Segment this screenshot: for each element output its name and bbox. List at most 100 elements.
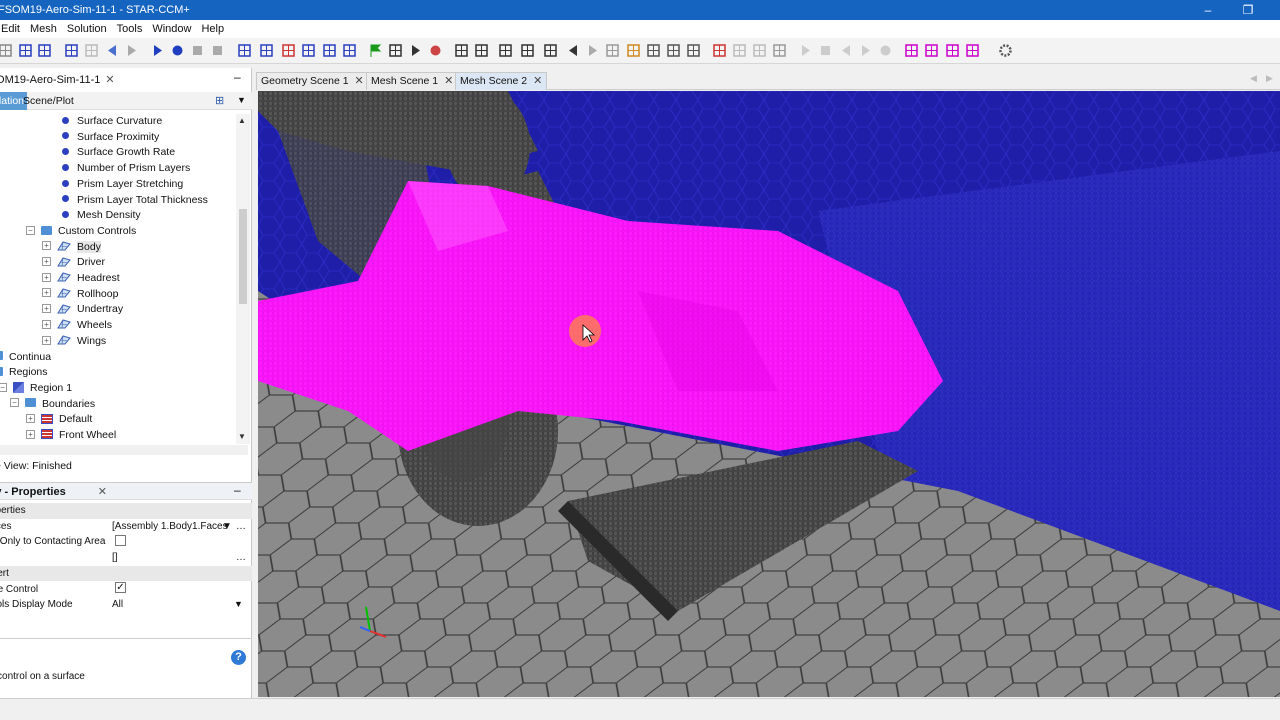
tree-item-boundaries[interactable]: − Boundaries xyxy=(10,397,95,413)
tree-item-custom-controls[interactable]: − Custom Controls xyxy=(26,224,136,240)
light-icon[interactable] xyxy=(626,43,641,58)
tree-item-headrest[interactable]: + Headrest xyxy=(42,271,120,287)
property-value[interactable]: [Assembly 1.Body1.Faces xyxy=(112,519,228,535)
select-icon[interactable] xyxy=(520,43,535,58)
snapshot-icon[interactable] xyxy=(543,43,558,58)
tree-item-number-of-prism-layers[interactable]: Number of Prism Layers xyxy=(62,161,190,177)
minimize-panel-icon[interactable]: – xyxy=(234,483,241,497)
property-row-controls-display-mode[interactable]: Controls Display Mode All ▼ xyxy=(0,597,252,613)
layout4-icon[interactable] xyxy=(965,43,980,58)
save-icon[interactable] xyxy=(18,43,33,58)
open-icon[interactable] xyxy=(0,43,13,58)
help-icon[interactable]: ? xyxy=(231,650,246,665)
menu-solution[interactable]: Solution xyxy=(62,20,112,38)
scroll-up-icon[interactable]: ▲ xyxy=(238,116,246,125)
expand-icon[interactable]: + xyxy=(26,429,35,439)
dot-icon[interactable] xyxy=(878,43,893,58)
filter-icon[interactable]: ▼ xyxy=(222,519,232,535)
volume-mesh-icon[interactable] xyxy=(322,43,337,58)
tab-geometry-scene-1[interactable]: Geometry Scene 1 ✕ xyxy=(256,72,369,90)
tree-item-default[interactable]: + Default xyxy=(26,412,92,428)
menu-mesh[interactable]: Mesh xyxy=(25,20,62,38)
menu-tools[interactable]: Tools xyxy=(112,20,148,38)
grid2-icon[interactable] xyxy=(686,43,701,58)
mesh-scene-render[interactable] xyxy=(258,91,1280,697)
clear-solution-icon[interactable] xyxy=(281,43,296,58)
tree-item-front-wheel[interactable]: + Front Wheel xyxy=(26,428,116,444)
menu-window[interactable]: Window xyxy=(147,20,196,38)
prev-icon[interactable] xyxy=(838,43,853,58)
table-icon[interactable] xyxy=(666,43,681,58)
chevron-down-icon[interactable]: ▼ xyxy=(237,95,246,105)
tab-scroll-right-icon[interactable]: ▶ xyxy=(1266,73,1273,84)
property-row-enable-control[interactable]: Enable Control ✓ xyxy=(0,582,252,598)
expand-icon[interactable]: + xyxy=(26,414,35,424)
run-icon[interactable] xyxy=(150,43,165,58)
probe2-icon[interactable] xyxy=(732,43,747,58)
tree-item-undertray[interactable]: + Undertray xyxy=(42,302,123,318)
menu-help[interactable]: Help xyxy=(196,20,229,38)
properties-tab[interactable]: Body - Properties ✕ xyxy=(0,484,107,500)
tree-item-prism-layer-total-thickness[interactable]: Prism Layer Total Thickness xyxy=(62,193,208,209)
stop-icon[interactable] xyxy=(210,43,225,58)
mesh-icon[interactable] xyxy=(237,43,252,58)
property-checkbox[interactable]: ✓ xyxy=(115,582,126,598)
step-icon[interactable] xyxy=(170,43,185,58)
tree-item-surface-curvature[interactable]: Surface Curvature xyxy=(62,114,162,130)
more-icon[interactable]: … xyxy=(236,519,246,535)
tree-item-body[interactable]: + Body xyxy=(42,240,101,256)
property-row-surfaces[interactable]: Surfaces [Assembly 1.Body1.Faces▼… xyxy=(0,519,252,535)
chevron-down-icon[interactable]: ▼ xyxy=(234,597,243,613)
more-icon[interactable]: … xyxy=(236,550,246,566)
scroll-thumb[interactable] xyxy=(239,209,247,304)
camera-view-icon[interactable] xyxy=(454,43,469,58)
tree-item-wheels[interactable]: + Wheels xyxy=(42,318,112,334)
walk-icon[interactable] xyxy=(388,43,403,58)
tree-hscrollbar[interactable] xyxy=(0,445,248,455)
minimize-button[interactable]: – xyxy=(1196,0,1220,20)
tree-item-continua[interactable]: Continua xyxy=(0,350,51,366)
tree-scrollbar[interactable]: ▲ ▼ xyxy=(236,114,250,444)
record-icon[interactable] xyxy=(428,43,443,58)
rotate-icon[interactable] xyxy=(605,43,620,58)
paste-icon[interactable] xyxy=(84,43,99,58)
close-icon[interactable]: ✕ xyxy=(105,74,114,86)
representation-icon[interactable] xyxy=(301,43,316,58)
undo-icon[interactable] xyxy=(104,43,119,58)
expand-icon[interactable]: + xyxy=(42,335,51,345)
layout3-icon[interactable] xyxy=(945,43,960,58)
expand-icon[interactable]: − xyxy=(26,225,35,235)
flag-icon[interactable] xyxy=(368,43,383,58)
probe3-icon[interactable] xyxy=(752,43,767,58)
property-value[interactable]: [] xyxy=(112,550,118,566)
tab-mesh-scene-1[interactable]: Mesh Scene 1 ✕ xyxy=(366,72,459,90)
tree-item-rollhoop[interactable]: + Rollhoop xyxy=(42,287,118,303)
tree-item-mesh-density[interactable]: Mesh Density xyxy=(62,208,141,224)
grid-icon[interactable] xyxy=(342,43,357,58)
property-value[interactable]: All xyxy=(112,597,123,613)
pause-icon[interactable] xyxy=(190,43,205,58)
redo-icon[interactable] xyxy=(124,43,139,58)
tree-item-driver[interactable]: + Driver xyxy=(42,255,105,271)
expand-icon[interactable]: + xyxy=(42,272,51,282)
next-icon[interactable] xyxy=(858,43,873,58)
settings-icon[interactable] xyxy=(998,43,1013,58)
fit-icon[interactable] xyxy=(474,43,489,58)
menu-edit[interactable]: Edit xyxy=(0,20,25,38)
tree-item-region-1[interactable]: − Region 1 xyxy=(0,381,72,397)
run-man-icon[interactable] xyxy=(408,43,423,58)
property-row-value-3[interactable]: [] … xyxy=(0,550,252,566)
expand-icon[interactable]: + xyxy=(42,319,51,329)
close-icon[interactable]: ✕ xyxy=(355,75,364,87)
expand-icon[interactable]: + xyxy=(42,257,51,267)
tree-item-regions[interactable]: Regions xyxy=(0,365,48,381)
expand-icon[interactable]: − xyxy=(10,398,19,408)
property-row-apply-only-to-contacting-area[interactable]: Apply Only to Contacting Area xyxy=(0,534,252,550)
back-icon[interactable] xyxy=(565,43,580,58)
tab-mesh-scene-2[interactable]: Mesh Scene 2 ✕ xyxy=(455,72,548,90)
stop2-icon[interactable] xyxy=(818,43,833,58)
close-icon[interactable]: ✕ xyxy=(444,75,453,87)
clear-mesh-icon[interactable] xyxy=(259,43,274,58)
tree-item-surface-proximity[interactable]: Surface Proximity xyxy=(62,130,159,146)
tree-item-wings[interactable]: + Wings xyxy=(42,334,106,350)
